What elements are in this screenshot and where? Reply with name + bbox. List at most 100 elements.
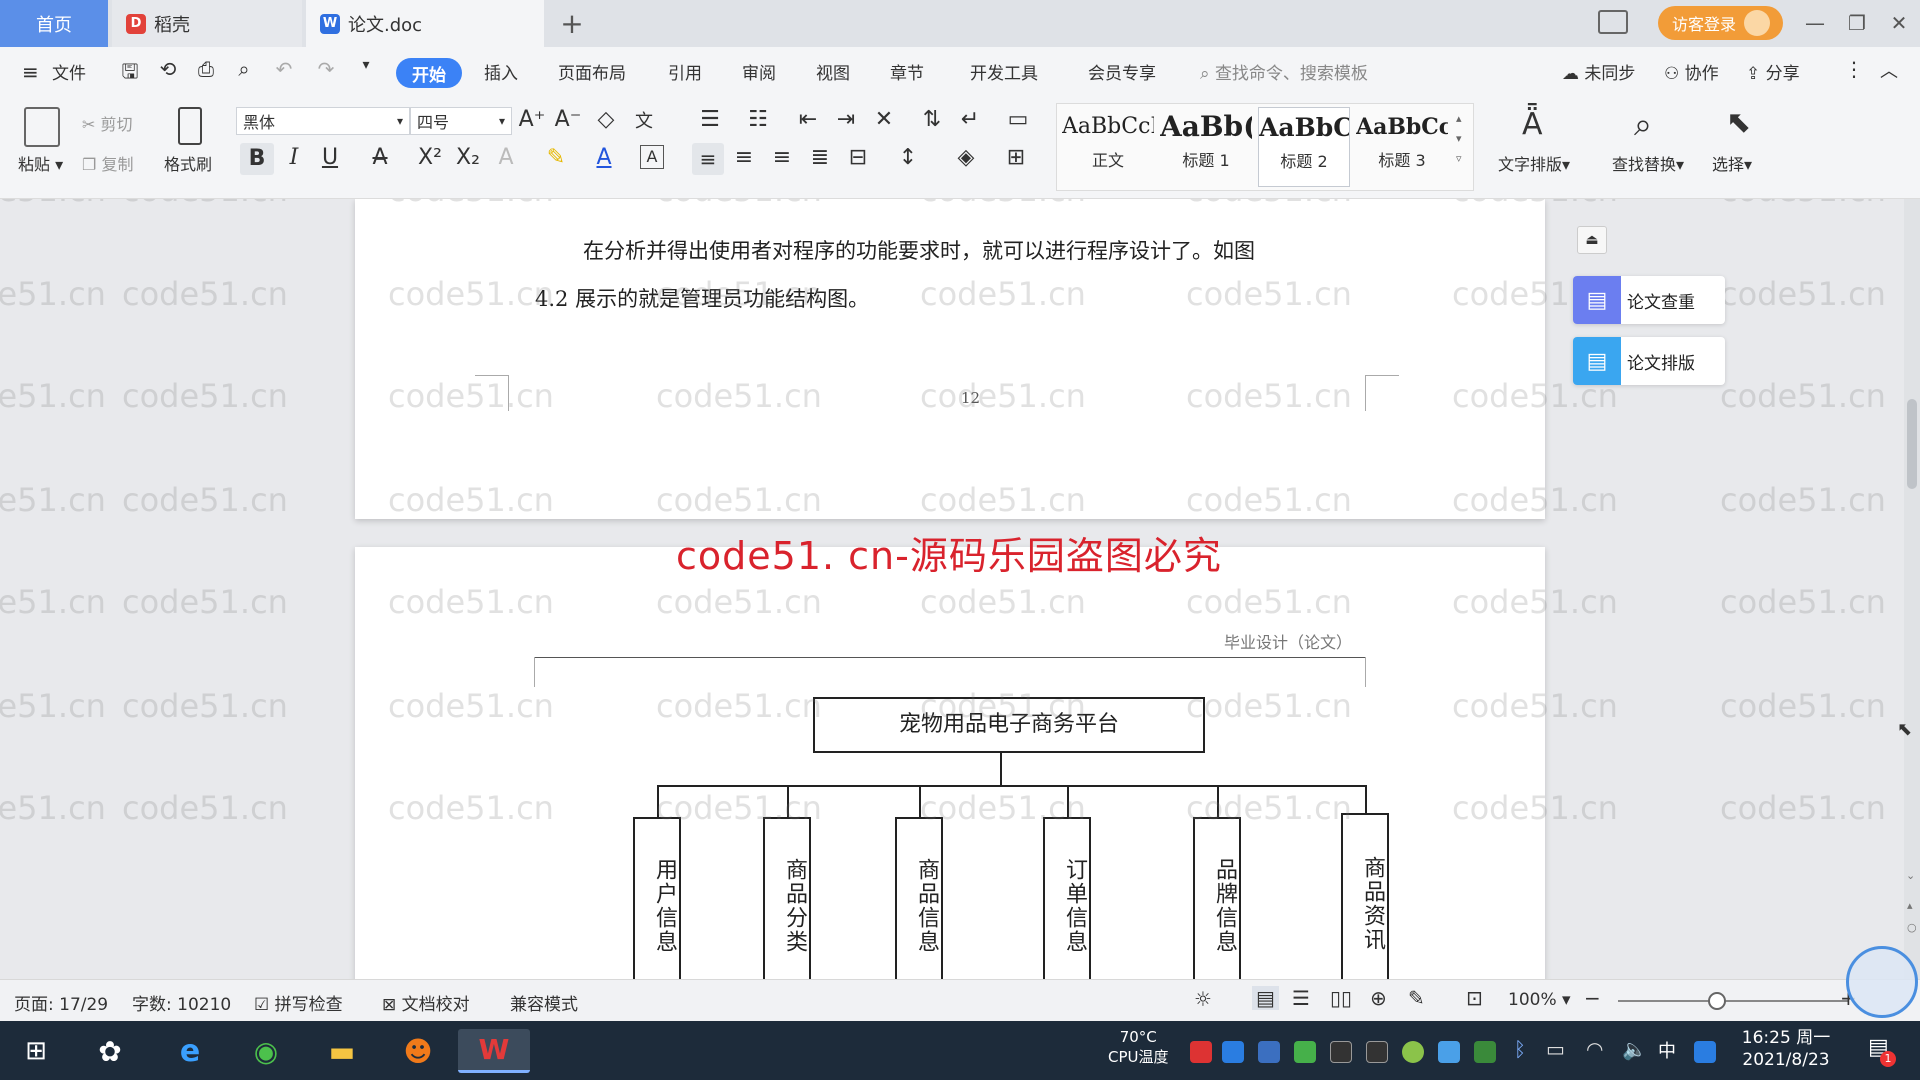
windows-start-icon[interactable]: ⊞ <box>10 1029 62 1073</box>
volume-icon[interactable]: 🔈 <box>1622 1037 1647 1061</box>
redo-icon[interactable]: ↷ <box>312 57 340 81</box>
menu-page-layout[interactable]: 页面布局 <box>558 59 626 84</box>
font-color-icon[interactable]: A <box>590 145 618 170</box>
borders-icon[interactable]: ⊞ <box>1002 145 1030 170</box>
collapse-panel-icon[interactable]: ⏏ <box>1577 226 1607 254</box>
grow-font-icon[interactable]: A⁺ <box>518 107 546 132</box>
show-marks-icon[interactable]: ↵ <box>956 107 984 132</box>
align-right-button[interactable]: ≡ <box>768 145 796 170</box>
select-button[interactable]: 选择▾ <box>1712 151 1752 175</box>
increase-indent-icon[interactable]: ⇥ <box>832 107 860 132</box>
tray-app-icon[interactable] <box>1294 1041 1316 1063</box>
cut-button[interactable]: ✂ 剪切 <box>82 111 133 135</box>
wifi-icon[interactable]: ◠ <box>1586 1037 1603 1061</box>
style-heading3[interactable]: AaBbCcI 标题 3 <box>1356 107 1448 187</box>
menu-member[interactable]: 会员专享 <box>1088 59 1156 84</box>
tray-app-icon[interactable] <box>1438 1041 1460 1063</box>
proofread-button[interactable]: ⊠ 文档校对 <box>382 990 470 1015</box>
file-explorer-icon[interactable]: ▬ <box>316 1029 368 1073</box>
underline-button[interactable]: U <box>316 145 344 170</box>
reading-view-icon[interactable]: ▯▯ <box>1330 986 1352 1010</box>
spell-check-button[interactable]: ☑ 拼写检查 <box>254 990 343 1015</box>
restore-button[interactable]: ❐ <box>1839 6 1875 40</box>
clear-format-icon[interactable]: ◇ <box>592 107 620 132</box>
document-canvas[interactable]: 在分析并得出使用者对程序的功能要求时，就可以进行程序设计了。如图 4.2 展示的… <box>0 199 1920 979</box>
save-icon[interactable]: 🖫 <box>116 57 144 91</box>
menu-view[interactable]: 视图 <box>816 59 850 84</box>
paste-icon[interactable] <box>24 107 60 147</box>
browser-icon[interactable]: ◉ <box>240 1029 292 1073</box>
tab-document[interactable]: W 论文.doc <box>306 0 544 47</box>
tab-daoke[interactable]: D 稻壳 <box>112 0 302 47</box>
zoom-level[interactable]: 100% ▾ <box>1508 990 1571 1010</box>
prev-page-icon[interactable]: ▴ <box>1907 899 1913 912</box>
style-heading1[interactable]: AaBb(标题 1 <box>1160 107 1252 187</box>
print-preview-icon[interactable]: ⌕ <box>230 57 258 81</box>
search-app-icon[interactable] <box>1694 1041 1716 1063</box>
close-button[interactable]: ✕ <box>1881 6 1917 40</box>
phonetic-guide-icon[interactable]: 文 <box>630 107 658 133</box>
cursor-select-icon[interactable]: ⬉ <box>1726 105 1751 140</box>
paragraph-text[interactable]: 在分析并得出使用者对程序的功能要求时，就可以进行程序设计了。如图 <box>583 235 1255 265</box>
copy-button[interactable]: ❐ 复制 <box>82 151 133 175</box>
format-painter-button[interactable]: 格式刷 <box>164 151 212 175</box>
distributed-align-button[interactable]: ⊟ <box>844 145 872 170</box>
bullet-list-icon[interactable]: ☰ <box>696 107 724 132</box>
zoom-slider[interactable] <box>1618 1000 1848 1002</box>
web-view-icon[interactable]: ⊕ <box>1370 986 1387 1010</box>
scrollbar-thumb[interactable] <box>1907 399 1917 489</box>
clock[interactable]: 16:25 周一 2021/8/23 <box>1730 1027 1842 1071</box>
scroll-down-icon[interactable]: ⌄ <box>1906 869 1915 882</box>
penguin-icon[interactable] <box>1366 1041 1388 1063</box>
numbered-list-icon[interactable]: ☷ <box>744 107 772 132</box>
char-border-icon[interactable]: A <box>640 145 664 169</box>
export-icon[interactable]: ⟲ <box>154 57 182 81</box>
menu-developer[interactable]: 开发工具 <box>970 59 1038 84</box>
menu-review[interactable]: 审阅 <box>742 59 776 84</box>
format-painter-icon[interactable] <box>178 107 202 145</box>
menu-start[interactable]: 开始 <box>396 58 462 88</box>
hamburger-menu-icon[interactable]: ≡ <box>22 60 39 84</box>
document-page-12[interactable]: 在分析并得出使用者对程序的功能要求时，就可以进行程序设计了。如图 4.2 展示的… <box>355 199 1545 519</box>
italic-button[interactable]: I <box>280 145 308 170</box>
cpu-temp-widget[interactable]: 70°C CPU温度 <box>1108 1027 1169 1067</box>
guest-login-button[interactable]: 访客登录 <box>1658 6 1783 40</box>
tray-app-icon[interactable] <box>1190 1041 1212 1063</box>
align-left-button[interactable]: ≡ <box>692 143 724 175</box>
more-icon[interactable]: ⋮ <box>1844 57 1864 81</box>
wps-writer-icon[interactable]: W <box>458 1029 530 1073</box>
shrink-font-icon[interactable]: A⁻ <box>554 107 582 132</box>
tray-app-icon[interactable] <box>1402 1041 1424 1063</box>
subscript-button[interactable]: X₂ <box>454 145 482 170</box>
style-heading2[interactable]: AaBbC 标题 2 <box>1258 107 1350 187</box>
app-icon[interactable]: ☻ <box>392 1029 444 1073</box>
sync-button[interactable]: ☁ 未同步 <box>1562 59 1635 84</box>
share-button[interactable]: ⇪ 分享 <box>1746 59 1800 84</box>
quick-access-dropdown-icon[interactable]: ▾ <box>352 57 380 73</box>
font-name-select[interactable]: 黑体 ▾ <box>236 107 410 135</box>
undo-icon[interactable]: ↶ <box>270 57 298 81</box>
layout-switch-icon[interactable] <box>1598 10 1628 34</box>
menu-references[interactable]: 引用 <box>668 59 702 84</box>
chinese-layout-icon[interactable]: ✕ <box>870 107 898 132</box>
vertical-scrollbar[interactable]: ⌄ ▴ ○ <box>1904 199 1920 979</box>
menu-chapter[interactable]: 章节 <box>890 59 924 84</box>
ruler-icon[interactable]: ▭ <box>1004 107 1032 132</box>
ime-indicator[interactable]: 中 <box>1658 1037 1676 1063</box>
paste-button[interactable]: 粘贴 ▾ <box>18 151 63 175</box>
thesis-check-button[interactable]: ▤ 论文查重 <box>1573 276 1725 324</box>
app-icon[interactable]: ✿ <box>84 1029 136 1073</box>
new-tab-button[interactable]: + <box>552 0 592 47</box>
sort-icon[interactable]: ⇅ <box>918 107 946 132</box>
eye-protect-icon[interactable]: ☼ <box>1194 987 1212 1011</box>
battery-icon[interactable]: ▭ <box>1546 1037 1565 1061</box>
decrease-indent-icon[interactable]: ⇤ <box>794 107 822 132</box>
style-scroll-icon[interactable]: ▴ ▾ ▿ <box>1456 109 1462 169</box>
zoom-out-icon[interactable]: − <box>1584 986 1601 1010</box>
justify-button[interactable]: ≣ <box>806 145 834 170</box>
command-search[interactable]: ⌕ 查找命令、搜索模板 <box>1200 59 1368 84</box>
bluetooth-icon[interactable]: ᛒ <box>1514 1037 1526 1061</box>
fit-page-icon[interactable]: ⊡ <box>1466 986 1483 1010</box>
menu-insert[interactable]: 插入 <box>484 59 518 84</box>
outline-view-icon[interactable]: ☰ <box>1292 986 1310 1010</box>
